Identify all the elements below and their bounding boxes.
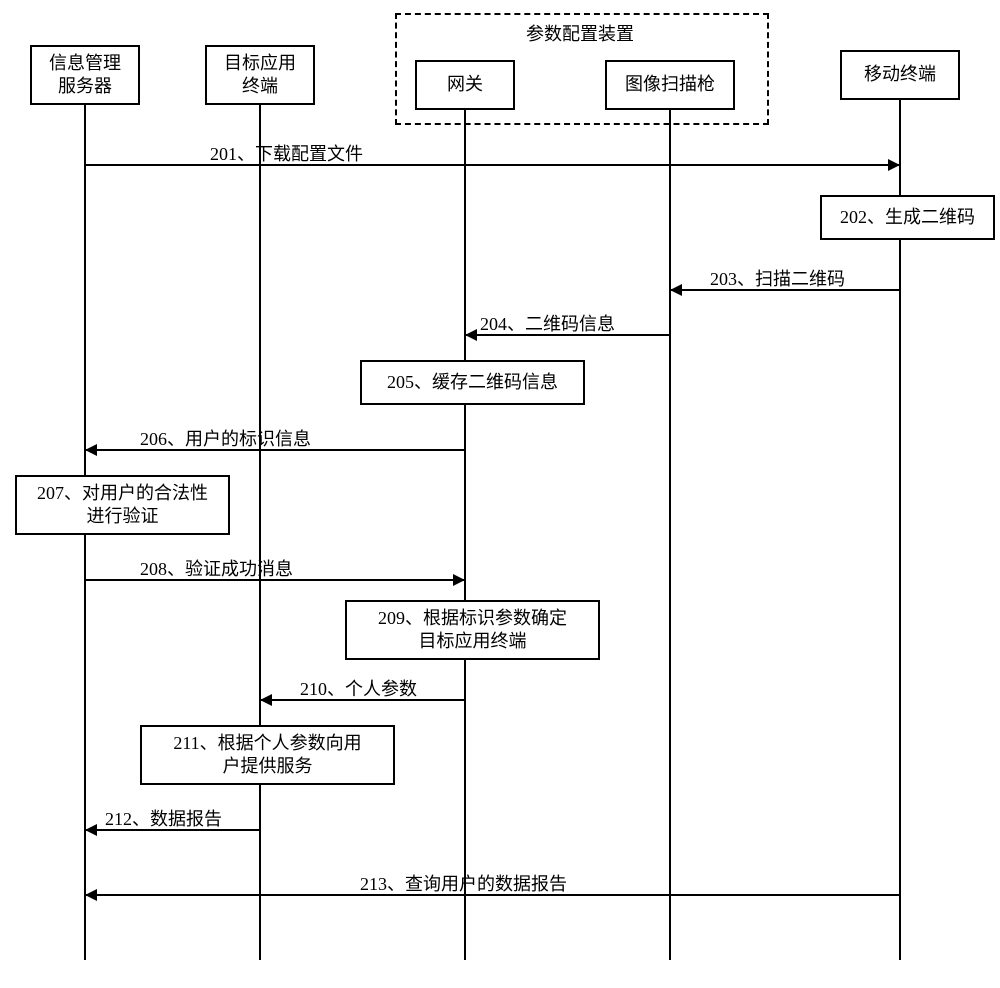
actor-mobile-terminal: 移动终端 [840,50,960,100]
step-211: 211、根据个人参数向用 户提供服务 [140,725,395,785]
msg-210: 210、个人参数 [300,675,417,701]
actor-gateway: 网关 [415,60,515,110]
msg-213: 213、查询用户的数据报告 [360,870,567,896]
msg-212: 212、数据报告 [105,805,222,831]
step-209: 209、根据标识参数确定 目标应用终端 [345,600,600,660]
msg-201: 201、下载配置文件 [210,140,363,166]
msg-206: 206、用户的标识信息 [140,425,311,451]
param-config-group-label: 参数配置装置 [470,20,690,46]
msg-204: 204、二维码信息 [480,310,615,336]
msg-208: 208、验证成功消息 [140,555,293,581]
step-205: 205、缓存二维码信息 [360,360,585,405]
msg-203: 203、扫描二维码 [710,265,845,291]
step-207: 207、对用户的合法性 进行验证 [15,475,230,535]
actor-info-server: 信息管理 服务器 [30,45,140,105]
actor-target-terminal: 目标应用 终端 [205,45,315,105]
actor-scanner: 图像扫描枪 [605,60,735,110]
step-202: 202、生成二维码 [820,195,995,240]
sequence-diagram: 参数配置装置 信息管理 服务器 目标应用 终端 网关 图像扫描枪 移动终端 20… [0,0,1000,988]
